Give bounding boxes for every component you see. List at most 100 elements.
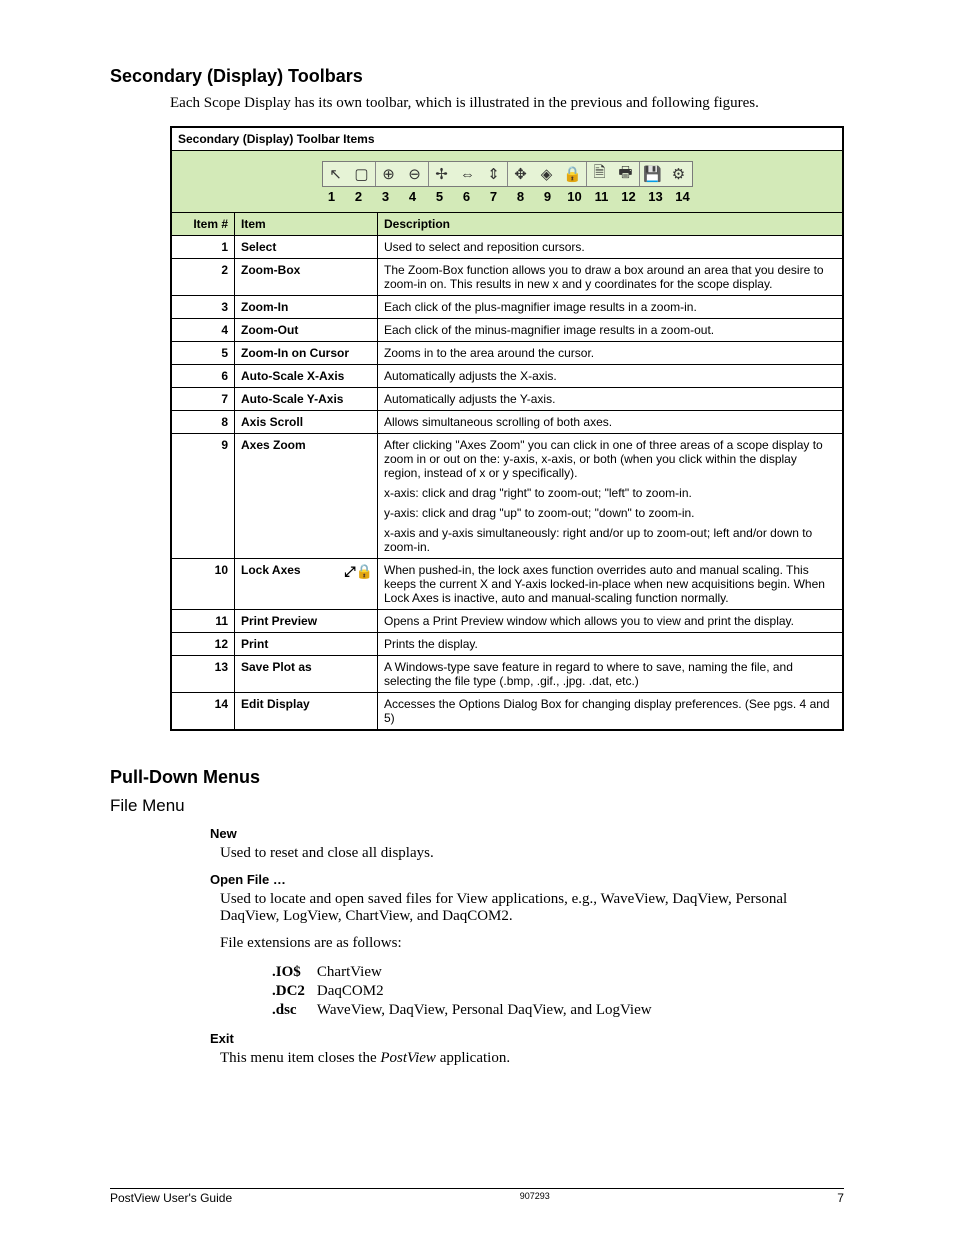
toolbar-numbers: 1234567891011121314 xyxy=(178,189,836,208)
cursor-zoom-icon: ✢ xyxy=(429,162,455,186)
ext-app: DaqCOM2 xyxy=(317,983,662,1000)
row-desc: A Windows-type save feature in regard to… xyxy=(378,656,844,693)
lock-axes-icon: ⤢🔒 xyxy=(344,563,373,580)
row-num: 13 xyxy=(171,656,235,693)
zoom-out-icon: ⊖ xyxy=(402,162,428,186)
ext-code: .DC2 xyxy=(272,983,315,1000)
subsection-heading: File Menu xyxy=(110,796,844,816)
toolbar-num: 3 xyxy=(372,189,399,204)
table-row: 1SelectUsed to select and reposition cur… xyxy=(171,236,843,259)
preview-icon: 🗎 xyxy=(587,162,613,186)
table-row: 7Auto-Scale Y-AxisAutomatically adjusts … xyxy=(171,388,843,411)
col-header-item: Item xyxy=(235,213,378,236)
row-item: Select xyxy=(235,236,378,259)
ext-row: .IO$ChartView xyxy=(272,964,662,981)
row-num: 14 xyxy=(171,693,235,731)
row-item: Edit Display xyxy=(235,693,378,731)
save-icon: 💾 xyxy=(640,162,666,186)
row-desc: Each click of the plus-magnifier image r… xyxy=(378,296,844,319)
row-item: Lock Axes⤢🔒 xyxy=(235,559,378,610)
toolbar-num: 11 xyxy=(588,189,615,204)
toolbar-num: 14 xyxy=(669,189,696,204)
row-item: Axis Scroll xyxy=(235,411,378,434)
row-desc: The Zoom-Box function allows you to draw… xyxy=(378,259,844,296)
menu-exit-title: Exit xyxy=(210,1031,844,1046)
row-item: Zoom-In on Cursor xyxy=(235,342,378,365)
section-heading-2: Pull-Down Menus xyxy=(110,767,844,788)
table-row: 4Zoom-OutEach click of the minus-magnifi… xyxy=(171,319,843,342)
toolbar-num: 4 xyxy=(399,189,426,204)
toolbar-items-table: Secondary (Display) Toolbar Items ↖▢⊕⊖✢⇔… xyxy=(170,126,844,731)
toolbar-num: 5 xyxy=(426,189,453,204)
row-desc: Automatically adjusts the X-axis. xyxy=(378,365,844,388)
row-item: Zoom-Out xyxy=(235,319,378,342)
col-header-desc: Description xyxy=(378,213,844,236)
table-row: 14Edit DisplayAccesses the Options Dialo… xyxy=(171,693,843,731)
table-row: 12PrintPrints the display. xyxy=(171,633,843,656)
row-item: Auto-Scale Y-Axis xyxy=(235,388,378,411)
ext-row: .DC2DaqCOM2 xyxy=(272,983,662,1000)
row-desc: Allows simultaneous scrolling of both ax… xyxy=(378,411,844,434)
footer-mid: 907293 xyxy=(520,1191,550,1205)
toolbar-num: 9 xyxy=(534,189,561,204)
row-desc: Automatically adjusts the Y-axis. xyxy=(378,388,844,411)
toolbar-num: 10 xyxy=(561,189,588,204)
table-row: 3Zoom-InEach click of the plus-magnifier… xyxy=(171,296,843,319)
row-desc: When pushed-in, the lock axes function o… xyxy=(378,559,844,610)
toolbar-num: 6 xyxy=(453,189,480,204)
print-icon: 🖶 xyxy=(613,162,639,186)
row-num: 3 xyxy=(171,296,235,319)
table-row: 5Zoom-In on CursorZooms in to the area a… xyxy=(171,342,843,365)
menu-open-title: Open File … xyxy=(210,872,844,887)
row-num: 8 xyxy=(171,411,235,434)
row-item: Print Preview xyxy=(235,610,378,633)
row-desc: Used to select and reposition cursors. xyxy=(378,236,844,259)
row-item: Auto-Scale X-Axis xyxy=(235,365,378,388)
table-row: 6Auto-Scale X-AxisAutomatically adjusts … xyxy=(171,365,843,388)
scale-y-icon: ⇕ xyxy=(481,162,507,186)
ext-app: ChartView xyxy=(317,964,662,981)
toolbar-num: 1 xyxy=(318,189,345,204)
toolbar-num: 7 xyxy=(480,189,507,204)
toolbar-num: 13 xyxy=(642,189,669,204)
scroll-icon: ✥ xyxy=(508,162,534,186)
row-item: Print xyxy=(235,633,378,656)
table-row: 9Axes ZoomAfter clicking "Axes Zoom" you… xyxy=(171,434,843,559)
row-num: 10 xyxy=(171,559,235,610)
row-desc: Prints the display. xyxy=(378,633,844,656)
row-desc: After clicking "Axes Zoom" you can click… xyxy=(378,434,844,559)
toolbar-num: 12 xyxy=(615,189,642,204)
ext-app: WaveView, DaqView, Personal DaqView, and… xyxy=(317,1002,662,1019)
table-row: 2Zoom-BoxThe Zoom-Box function allows yo… xyxy=(171,259,843,296)
intro-text: Each Scope Display has its own toolbar, … xyxy=(170,95,844,112)
toolbar-num: 2 xyxy=(345,189,372,204)
row-desc: Accesses the Options Dialog Box for chan… xyxy=(378,693,844,731)
scale-x-icon: ⇔ xyxy=(455,162,481,186)
page-footer: PostView User's Guide 907293 7 xyxy=(110,1188,844,1205)
row-num: 1 xyxy=(171,236,235,259)
table-row: 10Lock Axes⤢🔒When pushed-in, the lock ax… xyxy=(171,559,843,610)
row-desc: Opens a Print Preview window which allow… xyxy=(378,610,844,633)
table-title: Secondary (Display) Toolbar Items xyxy=(171,127,843,151)
section-heading: Secondary (Display) Toolbars xyxy=(110,66,844,87)
row-num: 12 xyxy=(171,633,235,656)
footer-right: 7 xyxy=(837,1191,844,1205)
box-icon: ▢ xyxy=(349,162,375,186)
toolbar-num: 8 xyxy=(507,189,534,204)
menu-new-desc: Used to reset and close all displays. xyxy=(220,845,844,862)
edit-icon: ⚙ xyxy=(666,162,692,186)
menu-exit-desc: This menu item closes the PostView appli… xyxy=(220,1050,844,1067)
table-row: 11Print PreviewOpens a Print Preview win… xyxy=(171,610,843,633)
ext-row: .dscWaveView, DaqView, Personal DaqView,… xyxy=(272,1002,662,1019)
table-row: 13Save Plot asA Windows-type save featur… xyxy=(171,656,843,693)
ext-code: .IO$ xyxy=(272,964,315,981)
zoom-in-icon: ⊕ xyxy=(376,162,402,186)
row-num: 7 xyxy=(171,388,235,411)
toolbar-image: ↖▢⊕⊖✢⇔⇕✥◈🔒🗎🖶💾⚙ xyxy=(178,155,836,189)
menu-open-desc1: Used to locate and open saved files for … xyxy=(220,891,844,925)
menu-open-desc2: File extensions are as follows: xyxy=(220,935,844,952)
col-header-num: Item # xyxy=(171,213,235,236)
row-num: 9 xyxy=(171,434,235,559)
file-extensions-table: .IO$ChartView.DC2DaqCOM2.dscWaveView, Da… xyxy=(270,962,664,1021)
footer-left: PostView User's Guide xyxy=(110,1191,232,1205)
